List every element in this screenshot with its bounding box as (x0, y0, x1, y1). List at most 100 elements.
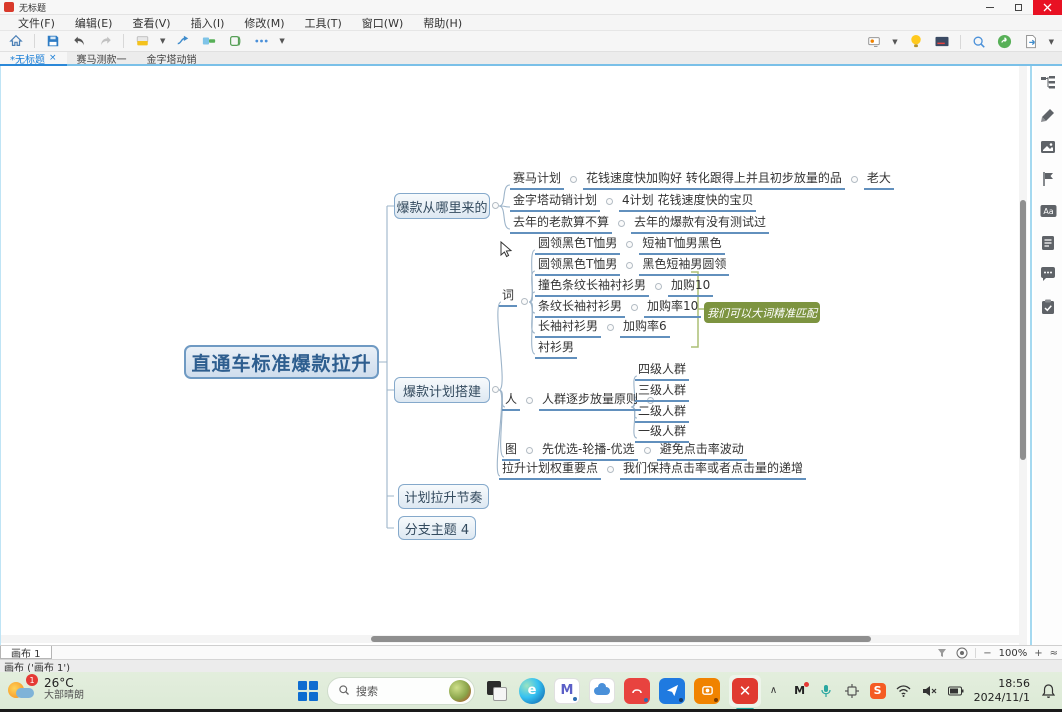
main-topic-source[interactable]: 爆款从哪里来的 (394, 193, 490, 219)
taskbar-search[interactable]: 搜索 (327, 677, 475, 705)
minimize-button[interactable] (975, 0, 1004, 15)
topic[interactable]: 黑色短袖男圆领 (639, 255, 729, 276)
collapse-handle[interactable] (526, 397, 533, 404)
save-icon[interactable] (45, 33, 61, 49)
tab-untitled[interactable]: *无标题 × (0, 52, 67, 66)
menu-modify[interactable]: 修改(M) (234, 15, 294, 31)
vertical-scrollbar-thumb[interactable] (1020, 200, 1026, 460)
collapse-handle[interactable] (570, 176, 577, 183)
topic[interactable]: 去年的老款算不算 (510, 213, 612, 234)
export-icon[interactable] (1023, 34, 1039, 50)
cloud-app-icon[interactable] (589, 678, 615, 704)
undo-icon[interactable] (71, 33, 87, 49)
comment-icon[interactable] (1040, 266, 1057, 283)
mindmaster-app-icon[interactable]: M (554, 678, 580, 704)
edge-browser-icon[interactable]: e (519, 678, 545, 704)
marker-icon[interactable] (134, 33, 150, 49)
presentation-dropdown-icon[interactable]: ▼ (892, 38, 897, 46)
active-app-xmind[interactable]: ✕ (729, 675, 761, 707)
topic[interactable]: 加购10 (668, 276, 713, 297)
filter-icon[interactable] (936, 647, 948, 659)
export-dropdown-icon[interactable]: ▼ (1049, 38, 1054, 46)
topic[interactable]: 去年的爆款有没有测试过 (631, 213, 769, 234)
label-icon[interactable]: Aa (1040, 202, 1057, 219)
image-icon[interactable] (1040, 138, 1057, 155)
messenger-app-icon[interactable] (659, 678, 685, 704)
topic[interactable]: 衬衫男 (535, 338, 577, 359)
summary-icon[interactable] (201, 33, 217, 49)
central-topic[interactable]: 直通车标准爆款拉升 (184, 345, 379, 379)
maximize-button[interactable] (1004, 0, 1033, 15)
vertical-scrollbar[interactable] (1019, 66, 1027, 645)
screen-share-icon[interactable] (934, 34, 950, 50)
home-icon[interactable] (8, 33, 24, 49)
microphone-icon[interactable] (818, 683, 834, 699)
structure-icon[interactable] (1040, 74, 1057, 91)
notes-icon[interactable] (1040, 234, 1057, 251)
collapse-handle[interactable] (526, 447, 533, 454)
task-icon[interactable] (1040, 298, 1057, 315)
close-button[interactable] (1033, 0, 1062, 15)
collapse-handle[interactable] (618, 220, 625, 227)
task-view-button[interactable] (484, 678, 510, 704)
zoom-out-button[interactable]: − (983, 648, 991, 659)
collapse-handle[interactable] (521, 298, 528, 305)
volume-muted-icon[interactable] (922, 683, 938, 699)
camera-app-icon[interactable] (694, 678, 720, 704)
remote-tool-icon[interactable] (844, 683, 860, 699)
menu-insert[interactable]: 插入(I) (181, 15, 235, 31)
topic[interactable]: 圆领黑色T恤男 (535, 255, 620, 276)
zoom-fit-button[interactable]: ≈ (1050, 648, 1058, 659)
format-brush-icon[interactable] (1040, 106, 1057, 123)
topic[interactable]: 长袖衬衫男 (535, 317, 601, 338)
topic[interactable]: 加购率10 (644, 297, 701, 318)
tray-m-icon[interactable]: M (792, 683, 808, 699)
topic[interactable]: 条纹长袖衬衫男 (535, 297, 625, 318)
flag-icon[interactable] (1040, 170, 1057, 187)
topic[interactable]: 金字塔动销计划 (510, 191, 600, 212)
menu-help[interactable]: 帮助(H) (413, 15, 472, 31)
search-highlight-image[interactable] (449, 680, 471, 702)
topic[interactable]: 我们保持点击率或者点击量的递增 (620, 459, 806, 480)
music-app-icon[interactable] (624, 678, 650, 704)
collapse-handle[interactable] (626, 262, 633, 269)
notification-bell-icon[interactable] (1040, 683, 1056, 699)
overview-eye-icon[interactable] (955, 647, 968, 660)
collapse-handle[interactable] (644, 447, 651, 454)
menu-edit[interactable]: 编辑(E) (65, 15, 123, 31)
tab-jinzita[interactable]: 金字塔动销 (137, 52, 207, 64)
search-icon[interactable] (971, 34, 987, 50)
topic[interactable]: 4计划 花钱速度快的宝贝 (619, 191, 756, 212)
taskbar-clock[interactable]: 18:56 2024/11/1 (974, 677, 1030, 705)
tab-saima[interactable]: 赛马测款一 (67, 52, 137, 64)
collapse-handle[interactable] (606, 198, 613, 205)
topic-picture[interactable]: 图 (502, 440, 520, 461)
sogou-input-icon[interactable]: S (870, 683, 886, 699)
start-button[interactable] (298, 681, 318, 701)
topic[interactable]: 花钱速度快加购好 转化跟得上并且初步放量的品 (583, 169, 845, 190)
summary-callout[interactable]: 我们可以大词精准匹配 (704, 302, 820, 323)
marker-dropdown-icon[interactable]: ▼ (160, 37, 165, 45)
topic-level2[interactable]: 二级人群 (635, 402, 689, 423)
presentation-icon[interactable] (866, 34, 882, 50)
zoom-in-button[interactable]: + (1034, 648, 1042, 659)
horizontal-scrollbar-thumb[interactable] (371, 636, 871, 642)
topic-level4[interactable]: 四级人群 (635, 360, 689, 381)
collapse-handle[interactable] (626, 241, 633, 248)
topic-word[interactable]: 词 (499, 286, 517, 307)
topic[interactable]: 拉升计划权重要点 (499, 459, 601, 480)
collapse-handle[interactable] (851, 176, 858, 183)
topic[interactable]: 圆领黑色T恤男 (535, 234, 620, 255)
topic[interactable]: 短袖T恤男黑色 (639, 234, 724, 255)
main-topic-plan[interactable]: 爆款计划搭建 (394, 377, 490, 403)
collapse-handle[interactable] (655, 283, 662, 290)
menu-window[interactable]: 窗口(W) (352, 15, 413, 31)
collapse-handle[interactable] (631, 304, 638, 311)
horizontal-scrollbar[interactable] (1, 635, 1021, 643)
tab-close-icon[interactable]: × (49, 53, 57, 63)
topic-people[interactable]: 人 (502, 390, 520, 411)
boundary-icon[interactable] (227, 33, 243, 49)
topic[interactable]: 加购率6 (620, 317, 670, 338)
topic[interactable]: 避免点击率波动 (657, 440, 747, 461)
topic[interactable]: 老大 (864, 169, 894, 190)
